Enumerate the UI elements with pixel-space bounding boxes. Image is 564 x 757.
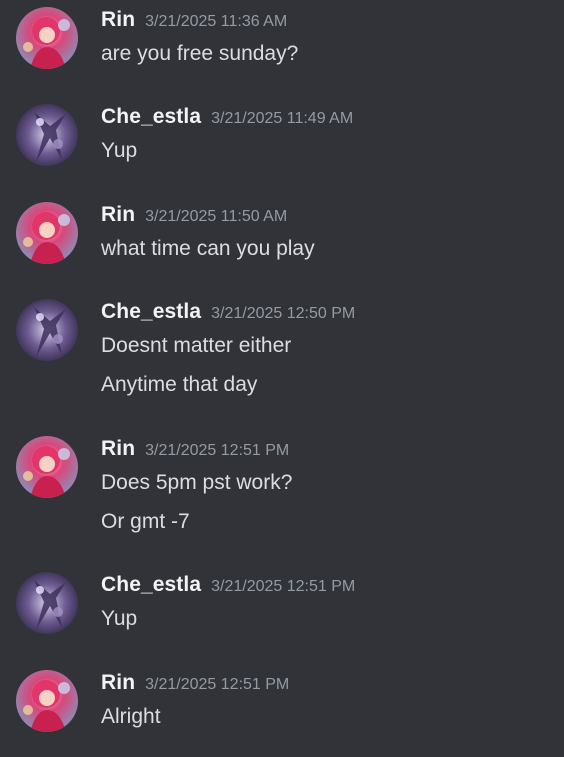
rin-avatar[interactable] [16, 202, 78, 264]
author-name[interactable]: Che_estla [101, 573, 201, 596]
message-text: Does 5pm pst work? [101, 471, 293, 494]
message-timestamp[interactable]: 3/21/2025 12:51 PM [145, 676, 289, 693]
rin-avatar[interactable] [16, 436, 78, 498]
message-text: Alright [101, 705, 161, 728]
author-name[interactable]: Rin [101, 8, 135, 31]
author-name[interactable]: Rin [101, 437, 135, 460]
author-name[interactable]: Rin [101, 203, 135, 226]
rin-avatar[interactable] [16, 7, 78, 69]
message-text: Yup [101, 139, 138, 162]
message-timestamp[interactable]: 3/21/2025 11:49 AM [211, 110, 353, 127]
rin-avatar[interactable] [16, 670, 78, 732]
che-avatar[interactable] [16, 104, 78, 166]
message-timestamp[interactable]: 3/21/2025 11:50 AM [145, 208, 287, 225]
author-name[interactable]: Che_estla [101, 300, 201, 323]
message-text: are you free sunday? [101, 42, 299, 65]
che-avatar[interactable] [16, 299, 78, 361]
message-text: what time can you play [101, 237, 315, 260]
message-timestamp[interactable]: 3/21/2025 12:51 PM [211, 578, 355, 595]
author-name[interactable]: Che_estla [101, 105, 201, 128]
che-avatar[interactable] [16, 572, 78, 634]
message-timestamp[interactable]: 3/21/2025 12:50 PM [211, 305, 355, 322]
message-text: Yup [101, 607, 138, 630]
author-name[interactable]: Rin [101, 671, 135, 694]
message-timestamp[interactable]: 3/21/2025 12:51 PM [145, 442, 289, 459]
message-timestamp[interactable]: 3/21/2025 11:36 AM [145, 13, 287, 30]
message-text: Or gmt -7 [101, 510, 190, 533]
message-text: Doesnt matter either [101, 334, 292, 357]
message-text: Anytime that day [101, 373, 258, 396]
chat-message-list: Rin 3/21/2025 11:36 AM are you free sunda… [0, 0, 564, 757]
